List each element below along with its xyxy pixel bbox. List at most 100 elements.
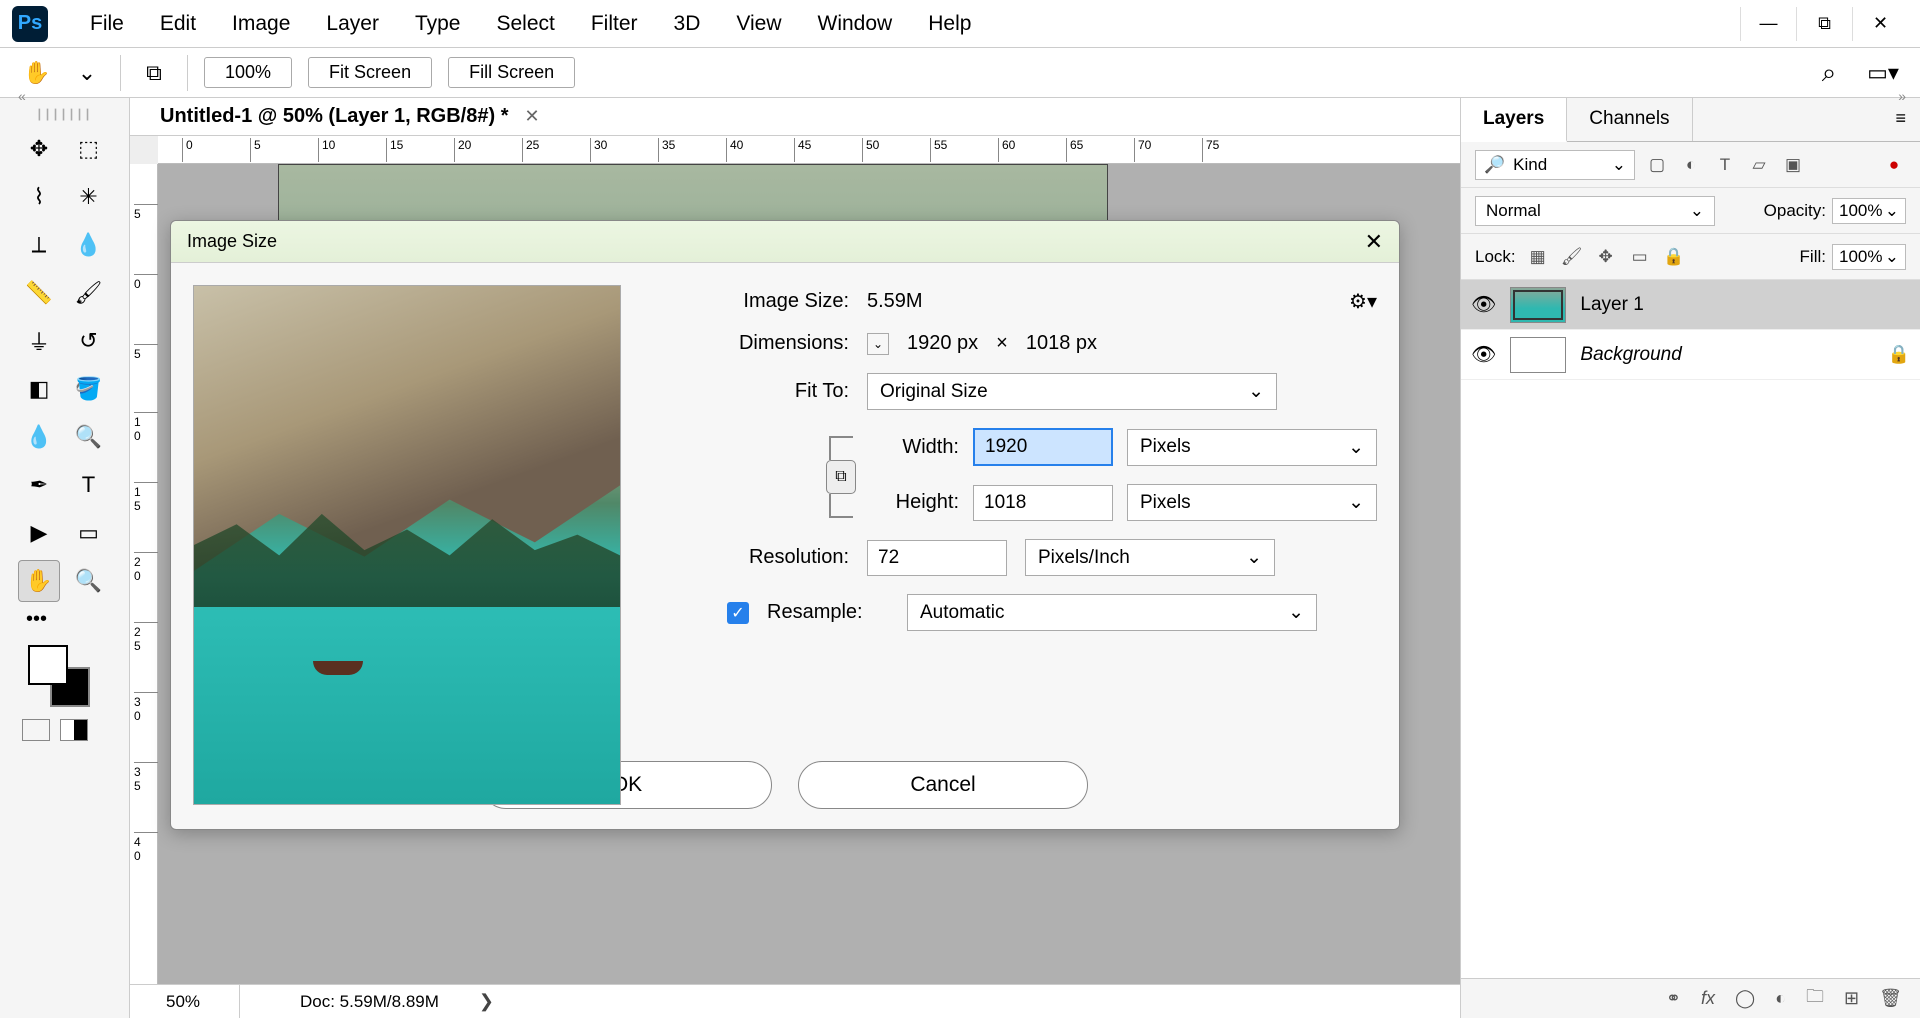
fill-screen-button[interactable]: Fill Screen — [448, 57, 575, 88]
zoom-tool[interactable]: 🔍 — [68, 560, 110, 602]
color-swatches[interactable] — [0, 639, 129, 713]
lock-all-icon[interactable]: 🔒 — [1662, 245, 1686, 269]
move-tool[interactable]: ✥ — [18, 128, 60, 170]
panel-grip[interactable]: ┃┃┃┃┃┃┃ — [0, 110, 129, 120]
filter-type-icon[interactable]: T — [1713, 153, 1737, 177]
lock-pixels-icon[interactable]: ▦ — [1526, 245, 1550, 269]
zoom-level-input[interactable]: 100% — [204, 57, 292, 88]
panel-menu-icon[interactable]: ≡ — [1881, 98, 1920, 141]
ruler-tool[interactable]: 📏 — [18, 272, 60, 314]
layer-name[interactable]: Background — [1580, 344, 1681, 366]
link-layers-icon[interactable]: ⚭ — [1666, 988, 1681, 1009]
menu-view[interactable]: View — [718, 12, 799, 36]
fit-screen-button[interactable]: Fit Screen — [308, 57, 432, 88]
layer-thumbnail[interactable] — [1510, 337, 1566, 373]
paint-bucket-tool[interactable]: 🪣 — [68, 368, 110, 410]
quick-select-tool[interactable]: ✳ — [68, 176, 110, 218]
menu-help[interactable]: Help — [910, 12, 989, 36]
tool-preset-dropdown[interactable]: ⌄ — [70, 56, 104, 90]
resolution-input[interactable] — [867, 540, 1007, 576]
crop-tool[interactable]: ⟂ — [18, 224, 60, 266]
dialog-close-icon[interactable]: ✕ — [1365, 229, 1383, 255]
lock-position-icon[interactable]: ✥ — [1594, 245, 1618, 269]
maximize-button[interactable]: ⧉ — [1796, 7, 1852, 41]
blur-tool[interactable]: 💧 — [18, 416, 60, 458]
search-icon[interactable] — [1812, 56, 1846, 90]
lock-artboard-icon[interactable]: ▭ — [1628, 245, 1652, 269]
hand-tool-icon[interactable]: ✋ — [20, 56, 54, 90]
fitto-select[interactable]: Original Size⌄ — [867, 373, 1277, 410]
status-zoom[interactable]: 50% — [130, 985, 240, 1018]
menu-image[interactable]: Image — [214, 12, 308, 36]
menu-select[interactable]: Select — [478, 12, 572, 36]
brush-tool[interactable]: 🖌 — [68, 272, 110, 314]
width-input[interactable] — [973, 428, 1113, 466]
lasso-tool[interactable]: ⌇ — [18, 176, 60, 218]
close-window-button[interactable]: ✕ — [1852, 7, 1908, 41]
type-tool[interactable]: T — [68, 464, 110, 506]
path-select-tool[interactable]: ▶ — [18, 512, 60, 554]
opacity-input[interactable]: 100%⌄ — [1832, 198, 1906, 224]
resolution-unit-select[interactable]: Pixels/Inch⌄ — [1025, 539, 1275, 576]
adjustment-layer-icon[interactable]: ◐ — [1775, 988, 1786, 1009]
history-brush-tool[interactable]: ↺ — [68, 320, 110, 362]
foreground-color[interactable] — [28, 645, 68, 685]
width-unit-select[interactable]: Pixels⌄ — [1127, 429, 1377, 466]
dimensions-unit-dropdown[interactable]: ⌄ — [867, 333, 889, 355]
constrain-proportions-icon[interactable]: ⧉ — [826, 460, 856, 494]
filter-smart-icon[interactable]: ▣ — [1781, 153, 1805, 177]
layer-filter-kind[interactable]: 🔎Kind⌄ — [1475, 150, 1635, 180]
workspace-switcher-icon[interactable]: ▭▾ — [1866, 56, 1900, 90]
layer-mask-icon[interactable]: ◯ — [1735, 988, 1755, 1009]
document-tab[interactable]: Untitled-1 @ 50% (Layer 1, RGB/8#) * — [160, 105, 519, 128]
pen-tool[interactable]: ✒ — [18, 464, 60, 506]
menu-layer[interactable]: Layer — [308, 12, 397, 36]
layer-row[interactable]: 👁 Layer 1 — [1461, 280, 1920, 330]
rectangle-tool[interactable]: ▭ — [68, 512, 110, 554]
minimize-button[interactable]: — — [1740, 7, 1796, 41]
dodge-tool[interactable]: 🔍 — [68, 416, 110, 458]
visibility-icon[interactable]: 👁 — [1471, 292, 1496, 317]
height-unit-select[interactable]: Pixels⌄ — [1127, 484, 1377, 521]
eraser-tool[interactable]: ◧ — [18, 368, 60, 410]
menu-window[interactable]: Window — [800, 12, 911, 36]
close-document-icon[interactable]: ✕ — [519, 106, 546, 127]
fill-input[interactable]: 100%⌄ — [1832, 244, 1906, 270]
new-layer-icon[interactable]: ⊞ — [1844, 988, 1859, 1009]
filter-toggle-icon[interactable]: ● — [1882, 153, 1906, 177]
menu-type[interactable]: Type — [397, 12, 479, 36]
menu-filter[interactable]: Filter — [573, 12, 656, 36]
lock-paint-icon[interactable]: 🖌 — [1560, 245, 1584, 269]
hand-tool[interactable]: ✋ — [18, 560, 60, 602]
tab-layers[interactable]: Layers — [1461, 98, 1567, 142]
gear-icon[interactable]: ⚙▾ — [1349, 289, 1377, 314]
status-menu-arrow[interactable]: ❯ — [479, 991, 494, 1012]
resample-checkbox[interactable]: ✓ — [727, 602, 749, 624]
tab-channels[interactable]: Channels — [1567, 98, 1692, 141]
eyedropper-tool[interactable]: 💧 — [68, 224, 110, 266]
resample-select[interactable]: Automatic⌄ — [907, 594, 1317, 631]
menu-3d[interactable]: 3D — [656, 12, 719, 36]
blend-mode-select[interactable]: Normal⌄ — [1475, 196, 1715, 226]
edit-toolbar-button[interactable]: ••• — [18, 608, 111, 631]
height-input[interactable] — [973, 485, 1113, 521]
marquee-tool[interactable]: ⬚ — [68, 128, 110, 170]
layer-fx-icon[interactable]: fx — [1701, 988, 1715, 1009]
screen-mode-icon[interactable] — [60, 719, 88, 741]
quick-mask-icon[interactable] — [22, 719, 50, 741]
layer-thumbnail[interactable] — [1510, 287, 1566, 323]
menu-edit[interactable]: Edit — [142, 12, 214, 36]
scroll-all-windows-icon[interactable]: ⧉ — [137, 56, 171, 90]
clone-stamp-tool[interactable]: ⏚ — [18, 320, 60, 362]
layer-group-icon[interactable]: 🗀 — [1806, 984, 1824, 1014]
delete-layer-icon[interactable]: 🗑 — [1879, 988, 1902, 1009]
filter-pixel-icon[interactable]: ▢ — [1645, 153, 1669, 177]
layer-name[interactable]: Layer 1 — [1580, 294, 1643, 316]
filter-shape-icon[interactable]: ▱ — [1747, 153, 1771, 177]
dialog-titlebar[interactable]: Image Size ✕ — [171, 221, 1399, 263]
cancel-button[interactable]: Cancel — [798, 761, 1088, 809]
visibility-icon[interactable]: 👁 — [1471, 342, 1496, 367]
filter-adjust-icon[interactable]: ◐ — [1679, 153, 1703, 177]
lock-icon[interactable]: 🔒 — [1888, 344, 1910, 365]
layer-row[interactable]: 👁 Background 🔒 — [1461, 330, 1920, 380]
